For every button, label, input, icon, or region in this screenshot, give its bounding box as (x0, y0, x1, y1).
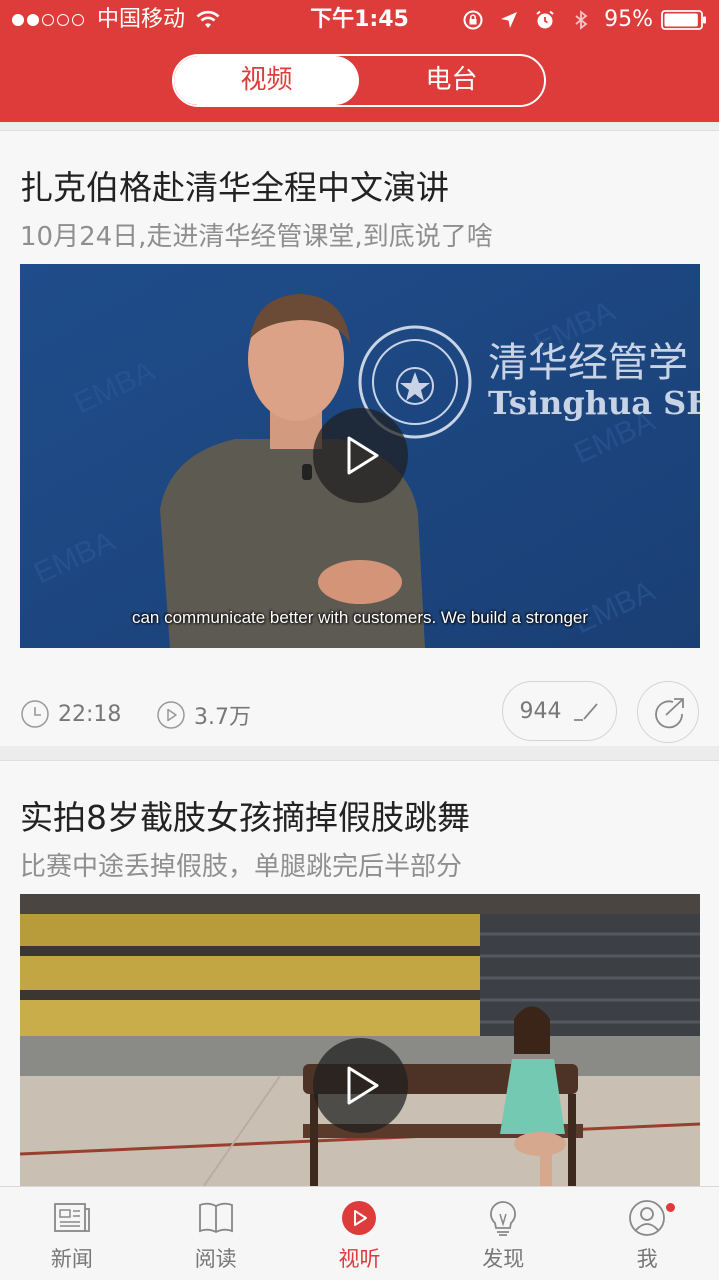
battery-icon (661, 10, 706, 30)
app-screen: 中国移动 下午1:45 95% 视频 电台 扎克伯格赴清华全程中文演讲 10月2… (0, 0, 719, 1280)
tab-label: 新闻 (50, 1247, 93, 1271)
video-thumbnail[interactable]: EMBA EMBA EMBA EMBA EMBA 清华经管学 Tsinghua … (20, 264, 700, 648)
video-title[interactable]: 扎克伯格赴清华全程中文演讲 (20, 161, 449, 209)
bottom-tab-bar: 新闻 阅读 视听 发现 我 (0, 1186, 719, 1280)
video-card[interactable]: 扎克伯格赴清华全程中文演讲 10月24日,走进清华经管课堂,到底说了啥 EMBA… (0, 130, 719, 746)
video-subtitle: 比赛中途丢掉假肢，单腿跳完后半部分 (20, 852, 463, 882)
play-count: 3.7万 (156, 699, 251, 731)
play-count-text: 3.7万 (194, 705, 251, 730)
rotation-lock-icon (463, 10, 483, 30)
comment-button[interactable]: 944 (502, 681, 617, 741)
video-subtitle: 10月24日,走进清华经管课堂,到底说了啥 (20, 222, 493, 252)
tab-me[interactable]: 我 (575, 1187, 719, 1280)
play-icon (347, 1066, 379, 1105)
tab-discover[interactable]: 发现 (431, 1187, 575, 1280)
book-icon (198, 1202, 233, 1234)
thumbnail-logo-text: 清华经管学 (488, 340, 688, 386)
pen-icon (573, 703, 598, 721)
clock-icon (21, 700, 49, 728)
tab-label: 发现 (482, 1247, 525, 1271)
alarm-icon (536, 10, 554, 29)
share-icon (655, 698, 684, 729)
tab-label: 视听 (338, 1247, 381, 1271)
status-bar: 中国移动 下午1:45 95% (0, 0, 719, 40)
tab-reading[interactable]: 阅读 (144, 1187, 288, 1280)
bluetooth-icon (575, 10, 588, 30)
duration: 22:18 (20, 699, 121, 729)
header: 中国移动 下午1:45 95% 视频 电台 (0, 0, 719, 122)
tab-video[interactable]: 视频 (174, 56, 359, 105)
lightbulb-icon (490, 1201, 517, 1236)
play-icon (347, 436, 379, 475)
battery-percent: 95% (604, 7, 653, 32)
tab-radio[interactable]: 电台 (359, 56, 544, 105)
play-count-icon (157, 701, 185, 729)
play-circle-icon (342, 1201, 377, 1235)
thumbnail-logo-en: Tsinghua SE (488, 384, 700, 422)
video-meta: 22:18 3.7万 944 (20, 681, 700, 743)
video-caption: can communicate better with customers. W… (131, 608, 589, 627)
notification-dot (666, 1203, 676, 1212)
video-title[interactable]: 实拍8岁截肢女孩摘掉假肢跳舞 (20, 791, 470, 839)
tab-label: 我 (636, 1247, 658, 1271)
location-arrow-icon (501, 12, 518, 28)
play-button[interactable] (313, 408, 408, 503)
tab-label: 阅读 (194, 1247, 237, 1271)
user-icon (629, 1200, 665, 1236)
newspaper-icon (53, 1203, 90, 1232)
media-type-switch: 视频 电台 (172, 54, 546, 107)
play-button[interactable] (313, 1038, 408, 1133)
tab-audio-video[interactable]: 视听 (288, 1187, 432, 1280)
comment-count: 944 (519, 698, 562, 724)
share-button[interactable] (637, 681, 699, 743)
status-right: 95% (448, 0, 707, 40)
tab-news[interactable]: 新闻 (0, 1187, 144, 1280)
duration-text: 22:18 (58, 701, 122, 727)
